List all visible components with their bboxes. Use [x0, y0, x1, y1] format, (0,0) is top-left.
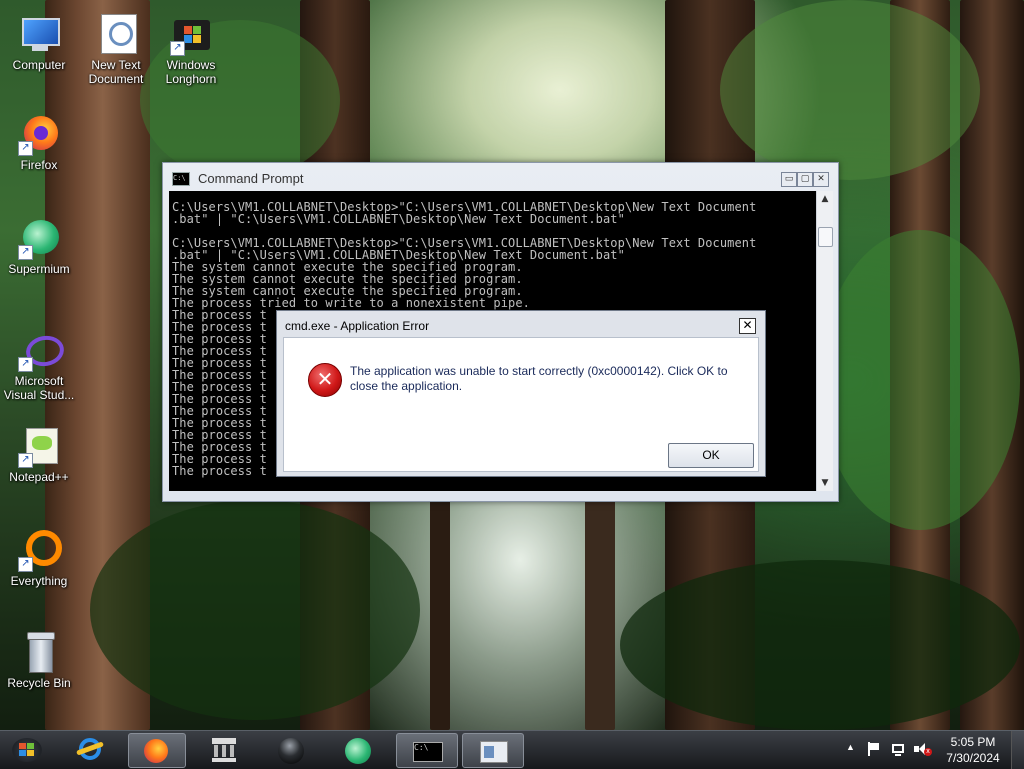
dialog-body: ✕ The application was unable to start co… [283, 337, 759, 472]
desktop-icon-recycle-bin[interactable]: Recycle Bin [2, 632, 76, 690]
cmd-icon: C:\ [413, 742, 443, 762]
minimize-button[interactable]: ▭ [781, 172, 797, 187]
supermium-icon: ↗ [18, 218, 60, 260]
firefox-icon [144, 739, 168, 763]
desktop-icon-notepad-plus-plus[interactable]: ↗ Notepad++ [2, 426, 76, 484]
cmd-icon: C:\ [172, 172, 190, 186]
shortcut-arrow-icon: ↗ [18, 141, 33, 156]
desktop-icon-label: Firefox [20, 158, 58, 172]
taskbar: C:\ ▲ x 5:05 PM 7/30/2024 [0, 730, 1024, 769]
notepad-plus-plus-icon: ↗ [18, 426, 60, 468]
shortcut-arrow-icon: ↗ [18, 453, 33, 468]
window-titlebar[interactable]: C:\ Command Prompt ▭ ▢ ✕ [163, 163, 838, 191]
library-icon [212, 738, 236, 762]
desktop-icon-label: Recycle Bin [7, 676, 71, 690]
start-button[interactable] [6, 734, 50, 766]
taskbar-item-internet-explorer[interactable] [66, 733, 118, 766]
scroll-up-icon[interactable]: ▲ [817, 191, 833, 207]
show-desktop-button[interactable] [1011, 731, 1024, 769]
shortcut-arrow-icon: ↗ [18, 357, 33, 372]
taskbar-item-orb[interactable] [262, 733, 318, 766]
desktop-icon-label: Everything [10, 574, 68, 588]
shortcut-arrow-icon: ↗ [170, 41, 185, 56]
vertical-scrollbar[interactable]: ▲ ▼ [816, 191, 833, 491]
foliage [820, 230, 1020, 530]
windows-longhorn-icon: ↗ [170, 14, 212, 56]
desktop-icon-label: Supermium [8, 262, 70, 276]
foliage [620, 560, 1020, 730]
desktop-icon-label: New Text Document [88, 58, 144, 86]
scrollbar-thumb[interactable] [818, 227, 833, 247]
show-hidden-icons-button[interactable]: ▲ [846, 742, 855, 752]
foliage [90, 500, 420, 720]
shortcut-arrow-icon: ↗ [18, 557, 33, 572]
dialog-title: cmd.exe - Application Error [285, 319, 430, 333]
everything-icon: ↗ [18, 530, 62, 572]
taskbar-item-command-prompt[interactable]: C:\ [396, 733, 458, 768]
clock-date: 7/30/2024 [946, 751, 1000, 765]
taskbar-item-supermium[interactable] [330, 733, 386, 766]
taskbar-item-firefox[interactable] [128, 733, 186, 768]
taskbar-item-library[interactable] [196, 733, 252, 766]
recycle-bin-icon [18, 632, 60, 674]
error-icon: ✕ [308, 363, 342, 397]
desktop-icon-firefox[interactable]: ↗ Firefox [2, 114, 76, 172]
desktop-icon-label: Windows Longhorn [165, 58, 217, 86]
windows-logo-icon [12, 738, 42, 762]
desktop-icon-visual-studio[interactable]: ↗ Microsoft Visual Stud... [2, 330, 76, 402]
dialog-close-button[interactable]: ✕ [739, 318, 756, 334]
taskbar-item-application[interactable] [462, 733, 524, 768]
tree-trunk [430, 500, 450, 730]
text-document-icon [95, 14, 137, 56]
volume-muted-icon[interactable]: x [914, 742, 932, 756]
desktop-icon-new-text-document[interactable]: New Text Document [79, 14, 153, 86]
taskbar-clock[interactable]: 5:05 PM 7/30/2024 [940, 734, 1006, 766]
close-button[interactable]: ✕ [813, 172, 829, 187]
maximize-button[interactable]: ▢ [797, 172, 813, 187]
scroll-down-icon[interactable]: ▼ [817, 475, 833, 491]
network-icon[interactable] [891, 742, 907, 756]
desktop-icon-supermium[interactable]: ↗ Supermium [2, 218, 76, 276]
tree-trunk [585, 500, 615, 730]
desktop-icon-label: Notepad++ [9, 470, 69, 484]
desktop-icon-label: Computer [12, 58, 66, 72]
window-title: Command Prompt [198, 171, 304, 186]
foliage [720, 0, 980, 180]
desktop-icon-windows-longhorn[interactable]: ↗ Windows Longhorn [154, 14, 228, 86]
app-window-icon [480, 741, 508, 763]
error-message: The application was unable to start corr… [350, 364, 728, 393]
flag-icon[interactable] [866, 742, 880, 756]
orb-icon [278, 738, 304, 764]
internet-explorer-icon [75, 738, 105, 762]
supermium-icon [345, 738, 371, 764]
ok-button[interactable]: OK [668, 443, 754, 468]
desktop-icon-everything[interactable]: ↗ Everything [2, 530, 76, 588]
desktop-icon-label: Microsoft Visual Stud... [3, 374, 75, 402]
computer-icon [18, 14, 60, 56]
firefox-icon: ↗ [18, 114, 60, 156]
application-error-dialog[interactable]: cmd.exe - Application Error ✕ ✕ The appl… [276, 310, 766, 477]
desktop-icon-computer[interactable]: Computer [2, 14, 76, 72]
visual-studio-icon: ↗ [18, 330, 67, 372]
shortcut-arrow-icon: ↗ [18, 245, 33, 260]
clock-time: 5:05 PM [950, 735, 996, 749]
